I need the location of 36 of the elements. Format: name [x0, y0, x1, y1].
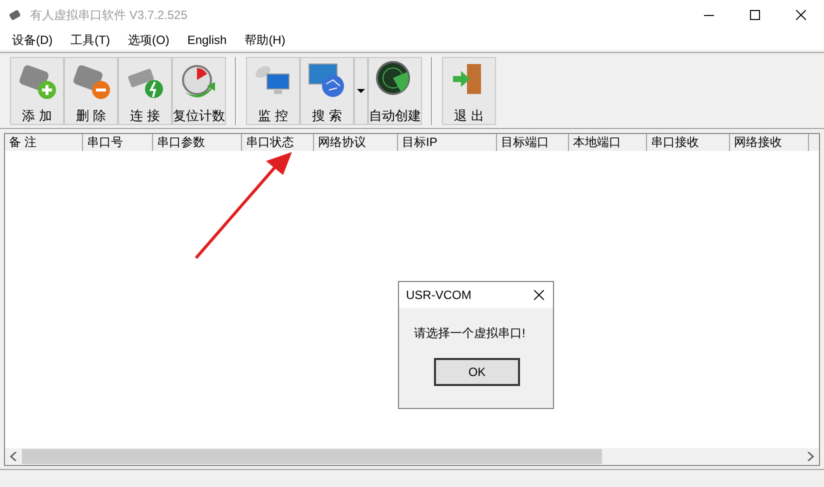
maximize-icon	[750, 10, 760, 20]
column-header[interactable]: 备 注	[5, 134, 83, 151]
toolbar-button[interactable]: 复位计数	[172, 57, 226, 125]
column-header[interactable]: 目标IP	[398, 134, 497, 151]
toolbar-button[interactable]: 添 加	[10, 57, 64, 125]
window-title: 有人虚拟串口软件 V3.7.2.525	[30, 7, 188, 24]
column-header[interactable]: 串口号	[83, 134, 153, 151]
toolbar-button[interactable]: 连 接	[118, 57, 172, 125]
dialog-title: USR-VCOM	[406, 287, 472, 304]
column-header[interactable]: 网络协议	[314, 134, 398, 151]
scroll-right-icon[interactable]	[807, 452, 814, 461]
menu-item[interactable]: 设备(D)	[6, 31, 59, 49]
menu-item[interactable]: 选项(O)	[122, 31, 176, 49]
ok-button[interactable]: OK	[434, 358, 520, 386]
menu-item[interactable]: English	[181, 31, 233, 49]
toolbar-button[interactable]: 删 除	[64, 57, 118, 125]
scroll-left-icon[interactable]	[10, 452, 17, 461]
minimize-icon	[704, 14, 714, 16]
toolbar-button[interactable]: 自动创建	[368, 57, 422, 125]
column-header[interactable]: 串口状态	[242, 134, 314, 151]
column-header[interactable]: 串口接收	[647, 134, 730, 151]
close-icon	[534, 290, 544, 300]
menu-item[interactable]: 帮助(H)	[238, 31, 292, 49]
close-icon	[796, 10, 806, 20]
toolbar-button[interactable]: 退 出	[442, 57, 496, 125]
dialog-close-button[interactable]	[533, 289, 545, 301]
scrollbar-thumb[interactable]	[22, 449, 602, 464]
column-header[interactable]: 目标端口	[497, 134, 569, 151]
menu-item[interactable]: 工具(T)	[64, 31, 116, 49]
column-header[interactable]: 网络接收	[730, 134, 809, 151]
toolbar-button[interactable]: 监 控	[246, 57, 300, 125]
dialog-message: 请选择一个虚拟串口!	[414, 325, 526, 342]
toolbar-button[interactable]: 搜 索	[300, 57, 354, 125]
column-header[interactable]: 本地端口	[569, 134, 647, 151]
column-header[interactable]: 串口参数	[153, 134, 242, 151]
caret-icon	[357, 89, 365, 93]
